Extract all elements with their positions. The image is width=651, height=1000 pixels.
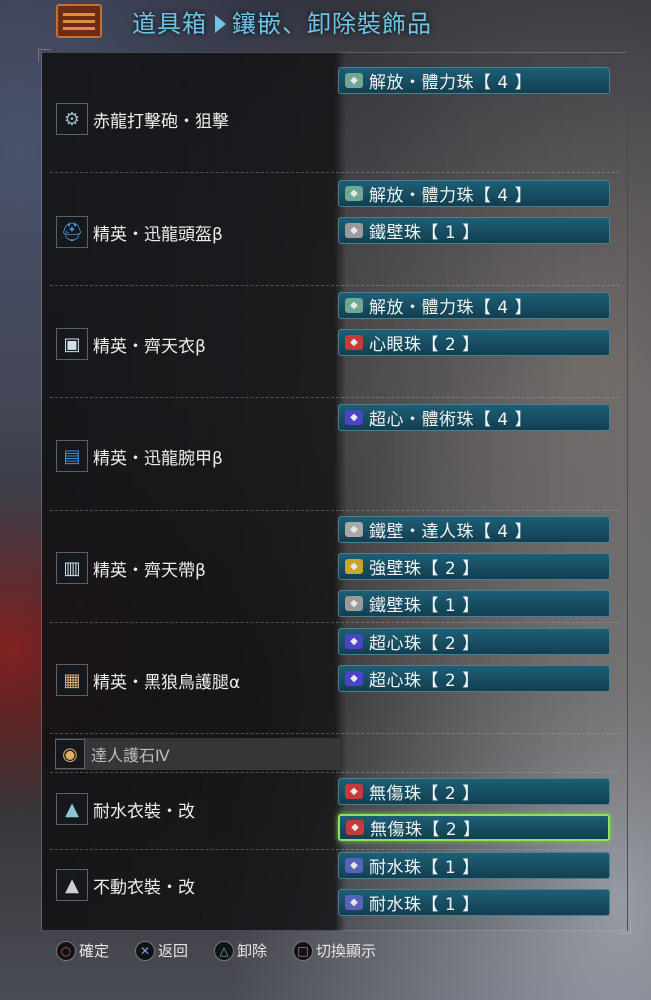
- equipment-name: 精英・齊天帶β: [93, 560, 206, 581]
- gem-icon: ◆: [345, 634, 363, 649]
- layered-armor-icon: ▲: [56, 793, 88, 825]
- decoration-slot[interactable]: ◆ 鐵壁珠【 1 】: [338, 217, 610, 244]
- decoration-slot[interactable]: ◆ 超心珠【 2 】: [338, 628, 610, 655]
- equipment-name: 精英・齊天衣β: [93, 336, 206, 357]
- gem-icon: ◆: [345, 223, 363, 238]
- slot-label: 心眼珠【 2 】: [369, 335, 480, 355]
- decoration-slot-selected[interactable]: ◆ 無傷珠【 2 】: [338, 814, 610, 841]
- equipment-name: 耐水衣裝・改: [93, 801, 195, 822]
- triangle-button-icon: △: [214, 940, 235, 961]
- slot-label: 鐵壁珠【 1 】: [369, 223, 480, 243]
- slot-label: 解放・體力珠【 4 】: [369, 73, 533, 93]
- helmet-icon: ⛑: [56, 216, 88, 248]
- toggle-label: 切換顯示: [316, 942, 377, 960]
- remove-label: 卸除: [237, 942, 268, 960]
- leg-armor-icon: ▦: [56, 664, 88, 696]
- decoration-slot[interactable]: ◆ 解放・體力珠【 4 】: [338, 292, 610, 319]
- square-button-icon: □: [293, 940, 314, 961]
- equipment-row[interactable]: ⚙ 赤龍打擊砲・狙擊 ◆ 解放・體力珠【 4 】: [42, 67, 626, 171]
- confirm-label: 確定: [79, 942, 110, 960]
- gem-icon: ◆: [345, 671, 363, 686]
- decoration-slot[interactable]: ◆ 強壁珠【 2 】: [338, 553, 610, 580]
- slot-label: 鐵壁珠【 1 】: [369, 596, 480, 616]
- layered-armor-row[interactable]: ▲ 耐水衣裝・改 ◆ 無傷珠【 2 】 ◆ 無傷珠【 2 】: [42, 778, 626, 850]
- remove-prompt[interactable]: △ 卸除: [214, 940, 267, 961]
- row-divider: [50, 172, 620, 173]
- decoration-slot[interactable]: ◆ 超心・體術珠【 4 】: [338, 404, 610, 431]
- slot-label: 超心珠【 2 】: [369, 634, 480, 654]
- gem-icon: ◆: [345, 559, 363, 574]
- row-divider: [50, 397, 620, 398]
- title-sub: 鑲嵌、卸除裝飾品: [232, 10, 432, 38]
- cross-button-icon: ✕: [135, 940, 156, 961]
- equipment-row[interactable]: ▤ 精英・迅龍腕甲β ◆ 超心・體術珠【 4 】: [42, 404, 626, 508]
- chest-armor-icon: ▣: [56, 328, 88, 360]
- gem-icon: ◆: [345, 596, 363, 611]
- row-divider: [50, 772, 620, 773]
- slot-label: 超心・體術珠【 4 】: [369, 410, 533, 430]
- slot-label: 無傷珠【 2 】: [370, 820, 481, 840]
- weapon-icon: ⚙: [56, 103, 88, 135]
- slot-label: 解放・體力珠【 4 】: [369, 298, 533, 318]
- decoration-slot[interactable]: ◆ 耐水珠【 1 】: [338, 852, 610, 879]
- charm-icon: ◉: [55, 739, 85, 769]
- slot-label: 耐水珠【 1 】: [369, 895, 480, 915]
- decoration-slot[interactable]: ◆ 無傷珠【 2 】: [338, 778, 610, 805]
- slot-label: 超心珠【 2 】: [369, 671, 480, 691]
- equipment-row[interactable]: ▥ 精英・齊天帶β ◆ 鐵壁・達人珠【 4 】 ◆ 強壁珠【 2 】 ◆ 鐵壁珠【 1 …: [42, 516, 626, 620]
- arm-armor-icon: ▤: [56, 440, 88, 472]
- equipment-name: 精英・迅龍頭盔β: [93, 224, 223, 245]
- circle-button-icon: ○: [56, 940, 76, 961]
- slot-label: 耐水珠【 1 】: [369, 858, 480, 878]
- gem-icon: ◆: [345, 335, 363, 350]
- charm-row[interactable]: ◉ 達人護石Ⅳ: [55, 738, 340, 770]
- gem-icon: ◆: [345, 298, 363, 313]
- header-bar: 道具箱 鑲嵌、卸除裝飾品: [0, 0, 651, 44]
- slot-label: 強壁珠【 2 】: [369, 559, 480, 579]
- slot-label: 解放・體力珠【 4 】: [369, 186, 533, 206]
- toggle-prompt[interactable]: □ 切換顯示: [293, 940, 376, 961]
- gem-icon: ◆: [345, 186, 363, 201]
- button-prompts: ○ 確定 ✕ 返回 △ 卸除 □ 切換顯示: [56, 940, 402, 961]
- gem-icon: ◆: [345, 895, 363, 910]
- gem-icon: ◆: [345, 784, 363, 799]
- decoration-slot[interactable]: ◆ 解放・體力珠【 4 】: [338, 180, 610, 207]
- decoration-slot[interactable]: ◆ 鐵壁珠【 1 】: [338, 590, 610, 617]
- charm-name: 達人護石Ⅳ: [91, 746, 170, 765]
- layered-armor-icon: ▲: [56, 869, 88, 901]
- row-divider: [50, 510, 620, 511]
- layered-armor-row[interactable]: ▲ 不動衣裝・改 ◆ 耐水珠【 1 】 ◆ 耐水珠【 1 】: [42, 852, 626, 924]
- gem-icon: ◆: [346, 820, 364, 835]
- confirm-prompt[interactable]: ○ 確定: [56, 940, 109, 961]
- row-divider: [50, 849, 620, 850]
- equipment-row[interactable]: ▣ 精英・齊天衣β ◆ 解放・體力珠【 4 】 ◆ 心眼珠【 2 】: [42, 292, 626, 396]
- equipment-name: 精英・黑狼鳥護腿α: [93, 672, 241, 693]
- gem-icon: ◆: [345, 522, 363, 537]
- slot-label: 鐵壁・達人珠【 4 】: [369, 522, 533, 542]
- row-divider: [50, 285, 620, 286]
- waist-armor-icon: ▥: [56, 552, 88, 584]
- gem-icon: ◆: [345, 410, 363, 425]
- decoration-slot[interactable]: ◆ 鐵壁・達人珠【 4 】: [338, 516, 610, 543]
- gem-icon: ◆: [345, 73, 363, 88]
- back-label: 返回: [158, 942, 189, 960]
- gem-icon: ◆: [345, 858, 363, 873]
- breadcrumb-arrow-icon: [215, 15, 226, 33]
- row-divider: [50, 733, 620, 734]
- decoration-slot[interactable]: ◆ 耐水珠【 1 】: [338, 889, 610, 916]
- back-prompt[interactable]: ✕ 返回: [135, 940, 188, 961]
- equipment-row[interactable]: ▦ 精英・黑狼鳥護腿α ◆ 超心珠【 2 】 ◆ 超心珠【 2 】: [42, 628, 626, 732]
- decoration-slot[interactable]: ◆ 解放・體力珠【 4 】: [338, 67, 610, 94]
- slot-label: 無傷珠【 2 】: [369, 784, 480, 804]
- equipment-name: 不動衣裝・改: [93, 877, 195, 898]
- row-divider: [50, 622, 620, 623]
- page-title: 道具箱 鑲嵌、卸除裝飾品: [132, 4, 432, 39]
- decoration-slot[interactable]: ◆ 超心珠【 2 】: [338, 665, 610, 692]
- item-box-icon: [56, 4, 102, 38]
- decoration-slot[interactable]: ◆ 心眼珠【 2 】: [338, 329, 610, 356]
- title-main: 道具箱: [132, 10, 207, 38]
- equipment-name: 精英・迅龍腕甲β: [93, 448, 223, 469]
- equipment-row[interactable]: ⛑ 精英・迅龍頭盔β ◆ 解放・體力珠【 4 】 ◆ 鐵壁珠【 1 】: [42, 180, 626, 284]
- equipment-name: 赤龍打擊砲・狙擊: [93, 111, 229, 132]
